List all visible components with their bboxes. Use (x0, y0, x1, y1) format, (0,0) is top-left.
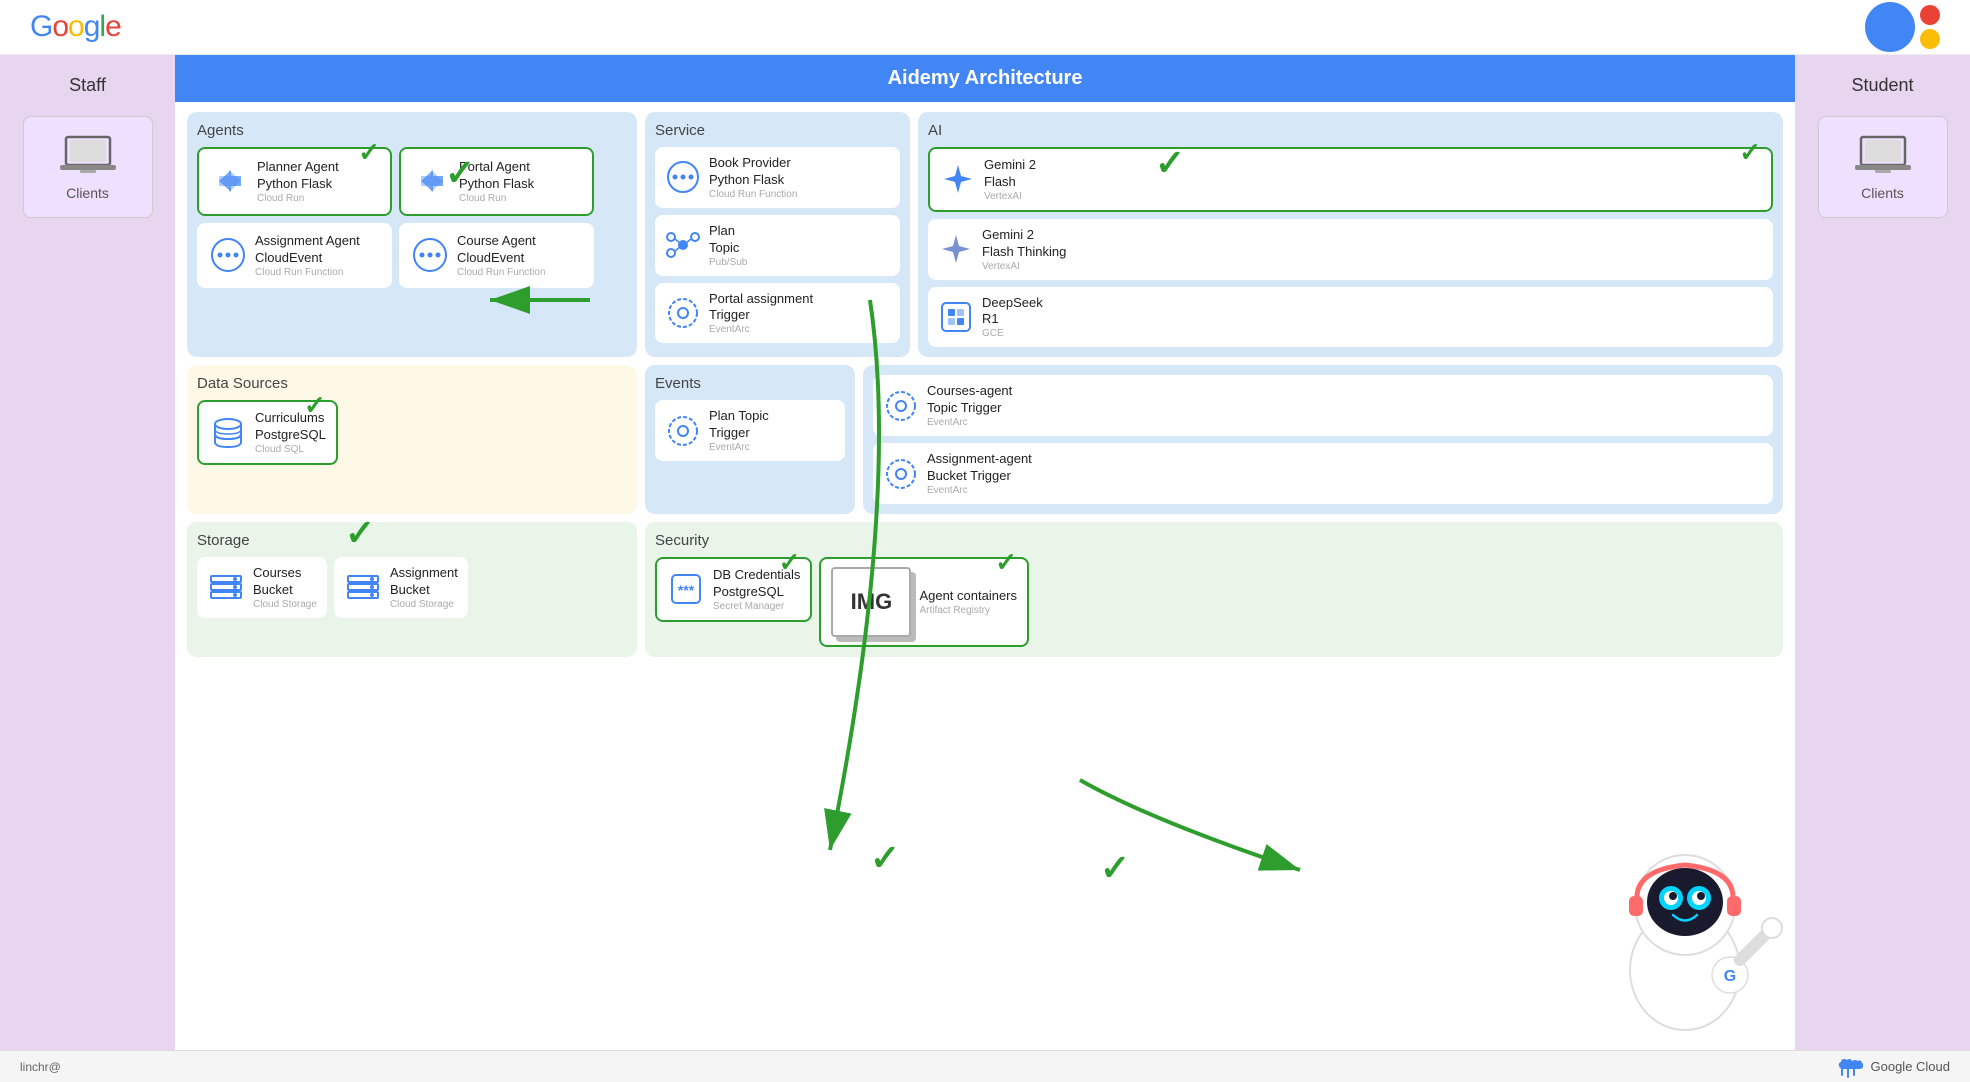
service-panel-label: Service (655, 122, 900, 139)
cloudsql-icon (209, 414, 247, 452)
arch-row-2: Data Sources ✓ Curri (187, 365, 1783, 514)
laptop-icon-student (1853, 133, 1913, 177)
google-assistant-icon (1865, 2, 1940, 52)
storage-label: Storage (197, 532, 627, 549)
student-client-label: Clients (1835, 185, 1931, 201)
secret-manager-icon: *** (667, 570, 705, 608)
eventarc-icon-courses (883, 388, 919, 424)
google-cloud-logo: Google Cloud (1833, 1055, 1951, 1079)
svg-text:***: *** (678, 582, 695, 598)
arch-wrapper: Aidemy Architecture Agents ✓ (175, 55, 1795, 1050)
student-clients-card: Clients (1818, 116, 1948, 218)
main-layout: Google Staff Clients Student (0, 0, 1970, 1082)
green-check-dbcred: ✓ (779, 547, 801, 578)
gemini2-flash-thinking-card: Gemini 2Flash Thinking VertexAI (928, 219, 1773, 280)
assignment-bucket-card: AssignmentBucket Cloud Storage (334, 557, 468, 618)
arch-row-3: Storage (187, 522, 1783, 657)
deepseek-r1-card: DeepSeekR1 GCE (928, 287, 1773, 348)
courses-bucket-card: CoursesBucket Cloud Storage (197, 557, 327, 618)
staff-label: Staff (69, 75, 106, 96)
portal-assignment-trigger-card: Portal assignmentTrigger EventArc (655, 283, 900, 344)
db-credentials-card: ✓ *** DB CredentialsPostgreSQL Secret Ma… (655, 557, 812, 622)
ai-panel: AI ✓ Gemini 2Flash VertexAI (918, 112, 1783, 357)
deepseek-icon (938, 299, 974, 335)
google-logo: Google (30, 10, 121, 44)
assignment-agent-text: Assignment AgentCloudEvent Cloud Run Fun… (255, 233, 360, 278)
cloud-run-icon-portal (413, 162, 451, 200)
service-panel: Service Book ProviderPython Flask (645, 112, 910, 357)
bottom-bar: linchr@ Google Cloud (0, 1050, 1970, 1082)
course-agent-card: Course AgentCloudEvent Cloud Run Functio… (399, 223, 594, 288)
gemini-icon (940, 161, 976, 197)
agents-panel: Agents ✓ Planner AgentPyth (187, 112, 637, 357)
robot-mascot: G (1585, 830, 1785, 1040)
bottom-user: linchr@ (20, 1060, 61, 1074)
student-label: Student (1851, 75, 1913, 96)
google-cloud-text: Google Cloud (1871, 1059, 1951, 1074)
storage-panel: Storage (187, 522, 637, 657)
plan-topic-trigger-card: Plan TopicTrigger EventArc (655, 400, 845, 461)
cloud-run-func-icon (665, 159, 701, 195)
assignment-bucket-trigger-card: Assignment-agentBucket Trigger EventArc (873, 443, 1773, 504)
eventarc-icon-assignment (883, 456, 919, 492)
eventarc-icon-plan (665, 413, 701, 449)
portal-agent-card: Portal AgentPython Flask Cloud Run (399, 147, 594, 216)
cloud-func-icon-assignment (209, 236, 247, 274)
gemini-thinking-icon (938, 231, 974, 267)
assignment-agent-card: Assignment AgentCloudEvent Cloud Run Fun… (197, 223, 392, 288)
planner-agent-text: Planner AgentPython Flask Cloud Run (257, 159, 339, 204)
staff-client-label: Clients (40, 185, 136, 201)
events-panel: Events Plan TopicTrigger EventArc (645, 365, 855, 514)
staff-sidebar: Staff Clients (0, 55, 175, 1050)
gcloud-icon (1833, 1055, 1863, 1079)
arch-row-1: Agents ✓ Planner AgentPyth (187, 112, 1783, 357)
pubsub-icon (665, 227, 701, 263)
cloud-run-icon-planner (211, 162, 249, 200)
triggers-extra-panel: Courses-agentTopic Trigger EventArc (863, 365, 1783, 514)
eventarc-icon-portal (665, 295, 701, 331)
security-label: Security (655, 532, 1773, 549)
arch-header: Aidemy Architecture (175, 55, 1795, 102)
course-agent-text: Course AgentCloudEvent Cloud Run Functio… (457, 233, 545, 278)
svg-text:G: G (1724, 968, 1736, 985)
green-check-curriculum: ✓ (304, 390, 326, 421)
courses-agent-trigger-card: Courses-agentTopic Trigger EventArc (873, 375, 1773, 436)
portal-agent-text: Portal AgentPython Flask Cloud Run (459, 159, 534, 204)
datasources-panel: Data Sources ✓ Curri (187, 365, 637, 514)
events-label: Events (655, 375, 845, 392)
green-check-artifact: ✓ (995, 547, 1017, 578)
robot-svg: G (1585, 830, 1785, 1040)
green-check-gemini: ✓ (1739, 137, 1761, 168)
student-sidebar: Student Clients (1795, 55, 1970, 1050)
book-provider-card: Book ProviderPython Flask Cloud Run Func… (655, 147, 900, 208)
planner-agent-card: ✓ Planner AgentPython Flask Cloud Run (197, 147, 392, 216)
staff-clients-card: Clients (23, 116, 153, 218)
storage-icon-courses (207, 568, 245, 606)
agents-panel-label: Agents (197, 122, 627, 139)
laptop-icon (58, 133, 118, 177)
curriculums-card: ✓ CurriculumsPostgreSQL Cloud SQL (197, 400, 338, 465)
img-box: IMG (831, 567, 911, 637)
security-panel: Security ✓ *** DB CredentialsPostgreSQL (645, 522, 1783, 657)
storage-icon-assignment (344, 568, 382, 606)
arch-body: Agents ✓ Planner AgentPyth (175, 102, 1795, 1045)
ai-panel-label: AI (928, 122, 1773, 139)
green-check-planner: ✓ (358, 137, 380, 168)
gemini2-flash-card: ✓ Gemini 2Flash VertexAI (928, 147, 1773, 212)
artifact-registry-card: ✓ IMG Agent containers Artifact Registry (819, 557, 1029, 647)
plan-topic-card: PlanTopic Pub/Sub (655, 215, 900, 276)
datasources-label: Data Sources (197, 375, 627, 392)
cloud-func-icon-course (411, 236, 449, 274)
